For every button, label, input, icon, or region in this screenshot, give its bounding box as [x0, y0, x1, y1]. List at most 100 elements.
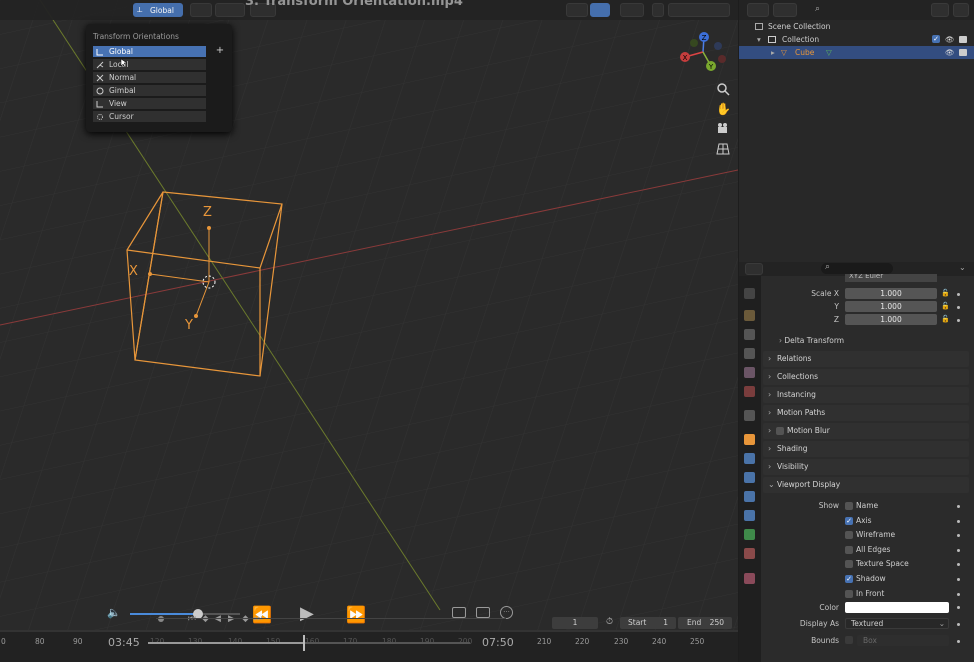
modifier-tab-icon[interactable]	[744, 453, 755, 464]
perspective-grid-icon[interactable]	[716, 142, 730, 156]
keyframe-dot[interactable]	[957, 592, 960, 596]
collapse-chevron-icon[interactable]: ▾	[757, 33, 761, 46]
next-keyframe-icon[interactable]: ◆	[242, 614, 249, 624]
panel-instancing[interactable]: › Instancing	[763, 387, 969, 403]
orientation-item-normal[interactable]: Normal	[93, 72, 206, 84]
particles-tab-icon[interactable]	[744, 472, 755, 483]
render-camera-icon[interactable]	[959, 36, 967, 43]
tool-tab-icon[interactable]	[744, 288, 755, 299]
navigation-gizmo[interactable]: Z X Y	[676, 28, 736, 78]
display-as-dropdown[interactable]: Textured ⌄	[845, 618, 949, 629]
eye-icon[interactable]: 👁	[945, 46, 955, 59]
eye-icon[interactable]: 👁	[945, 33, 955, 46]
scale-z-field[interactable]: 1.000	[845, 314, 937, 325]
keyframe-dot[interactable]	[957, 623, 960, 626]
show-axis-checkbox[interactable]: ✓	[845, 516, 853, 525]
current-frame-field[interactable]: 1	[552, 617, 598, 629]
subtitles-icon[interactable]	[452, 607, 466, 618]
show-name-checkbox[interactable]	[845, 502, 853, 510]
3d-viewport[interactable]: Z X Y ⟂ Global 3. Transform Orientation.…	[0, 0, 738, 662]
options-chevron-icon[interactable]: ⌄	[959, 263, 966, 272]
world-tab-icon[interactable]	[744, 386, 755, 397]
constraints-tab-icon[interactable]	[744, 510, 755, 521]
data-tab-icon[interactable]	[744, 529, 755, 540]
scene-tab-icon[interactable]	[744, 367, 755, 378]
panel-shading[interactable]: › Shading	[763, 441, 969, 457]
orientation-item-view[interactable]: View	[93, 98, 206, 110]
show-in-front-checkbox[interactable]	[845, 589, 853, 598]
editor-type-button[interactable]	[747, 3, 769, 17]
keyframe-dot[interactable]	[957, 578, 960, 581]
show-texture-space-checkbox[interactable]	[845, 560, 853, 569]
play-reverse-icon[interactable]: ◀	[214, 614, 221, 624]
panel-motion-blur[interactable]: › Motion Blur	[763, 423, 969, 439]
keyframe-dot[interactable]	[957, 563, 960, 567]
mesh-data-icon[interactable]: ▽	[826, 46, 832, 59]
lock-icon[interactable]: 🔓	[941, 289, 950, 297]
lock-icon[interactable]: 🔓	[941, 315, 950, 323]
shading-mode-buttons[interactable]	[668, 3, 730, 17]
zoom-icon[interactable]	[716, 82, 730, 96]
panel-viewport-display[interactable]: ⌄ Viewport Display	[763, 477, 969, 493]
keyframe-dot-icon[interactable]	[158, 616, 164, 622]
overlay-button[interactable]	[620, 3, 644, 17]
xray-button[interactable]	[652, 3, 664, 17]
keyframe-dot[interactable]	[957, 306, 960, 309]
keyframe-dot[interactable]	[957, 606, 960, 609]
orientation-item-gimbal[interactable]: Gimbal	[93, 85, 206, 97]
fast-forward-icon[interactable]: ⏩	[346, 605, 366, 624]
captions-icon[interactable]	[476, 607, 490, 618]
orientation-item-cursor[interactable]: Cursor	[93, 111, 206, 123]
rotation-mode-dropdown[interactable]: XYZ Euler	[845, 274, 937, 282]
panel-relations[interactable]: › Relations	[763, 351, 969, 367]
snap-button[interactable]	[215, 3, 245, 17]
keyframe-dot[interactable]	[957, 319, 960, 322]
panel-motion-paths[interactable]: › Motion Paths	[763, 405, 969, 421]
render-tab-icon[interactable]	[744, 310, 755, 321]
expand-chevron-icon[interactable]: ▸	[771, 46, 775, 59]
show-shadow-checkbox[interactable]: ✓	[845, 575, 853, 583]
jump-start-icon[interactable]: ⏮	[188, 614, 196, 624]
properties-search-input[interactable]: ⌕	[821, 262, 893, 274]
keyframe-dot[interactable]	[957, 534, 960, 538]
color-swatch[interactable]	[845, 602, 949, 613]
prev-keyframe-icon[interactable]: ◆	[202, 614, 209, 624]
output-tab-icon[interactable]	[744, 329, 755, 340]
visibility-button[interactable]	[566, 3, 588, 17]
outliner-row-cube[interactable]: ▸ ▽ Cube ▽ 👁	[739, 46, 974, 59]
panel-collections[interactable]: › Collections	[763, 369, 969, 385]
transport-controls[interactable]: ⏮ ◆ ◀ ▶ ◆ ⏭	[150, 614, 270, 628]
new-collection-button[interactable]	[953, 3, 969, 17]
display-mode-button[interactable]	[773, 3, 797, 17]
gizmo-toggle-button[interactable]	[590, 3, 610, 17]
keyframe-dot[interactable]	[957, 640, 960, 643]
jump-end-icon[interactable]: ⏭	[254, 614, 262, 624]
physics-tab-icon[interactable]	[744, 491, 755, 502]
play-forward-icon[interactable]: ▶	[228, 614, 235, 624]
keyframe-dot[interactable]	[957, 548, 960, 552]
video-progress-bar[interactable]	[148, 635, 470, 651]
bounds-checkbox[interactable]	[845, 636, 853, 644]
exclude-checkbox[interactable]: ✓	[932, 35, 940, 43]
outliner-row-collection[interactable]: ▾ Collection ✓ 👁	[739, 33, 974, 46]
pivot-point-button[interactable]	[190, 3, 212, 17]
end-frame-field[interactable]: End 250	[678, 617, 732, 629]
orientation-dropdown[interactable]: ⟂ Global	[133, 3, 183, 17]
pan-hand-icon[interactable]: ✋	[716, 102, 731, 116]
clock-icon[interactable]: ⏱	[606, 617, 613, 627]
orientation-item-local[interactable]: Local	[93, 59, 206, 71]
view-layer-tab-icon[interactable]	[744, 348, 755, 359]
editor-type-button[interactable]	[745, 263, 763, 275]
render-camera-icon[interactable]	[959, 49, 967, 56]
panel-visibility[interactable]: › Visibility	[763, 459, 969, 475]
video-progress-knob[interactable]	[302, 635, 305, 651]
motion-blur-checkbox[interactable]	[776, 427, 784, 435]
delta-transform-subpanel[interactable]: › Delta Transform	[779, 336, 844, 345]
start-frame-field[interactable]: Start 1	[620, 617, 676, 629]
show-all-edges-checkbox[interactable]	[845, 545, 853, 554]
volume-icon[interactable]: 🔈	[107, 606, 121, 619]
keyframe-dot[interactable]	[957, 505, 960, 508]
collection-tab-icon[interactable]	[744, 410, 755, 421]
scale-y-field[interactable]: 1.000	[845, 301, 937, 312]
camera-icon[interactable]	[716, 122, 730, 136]
